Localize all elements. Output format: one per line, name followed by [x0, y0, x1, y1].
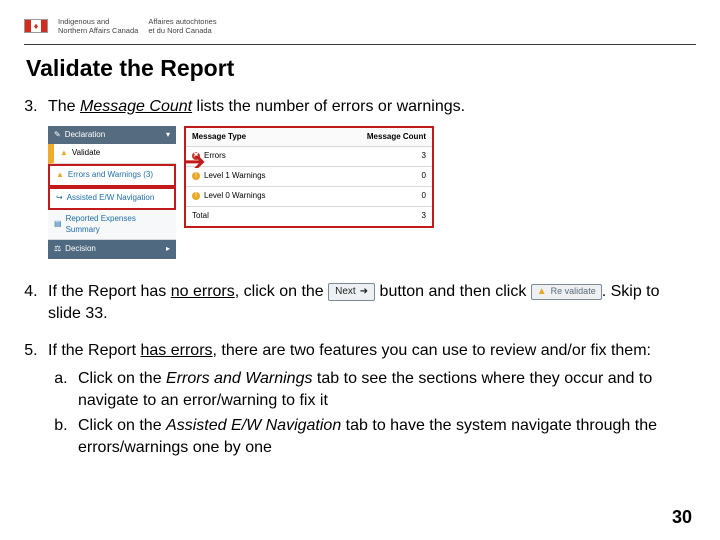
- step-4: If the Report has no errors, click on th…: [42, 281, 688, 324]
- revalidate-button[interactable]: ▲ Re validate: [531, 284, 602, 300]
- text: Click on the: [78, 370, 166, 387]
- text: button and then click: [380, 283, 531, 300]
- column-header-type: Message Type: [185, 127, 350, 147]
- term-errors-warnings: Errors and Warnings: [166, 370, 312, 387]
- step-3: The Message Count lists the number of er…: [42, 96, 688, 265]
- canada-flag-icon: ♦: [24, 19, 48, 33]
- pencil-icon: ✎: [54, 130, 61, 141]
- step-5-sublist: Click on the Errors and Warnings tab to …: [72, 368, 688, 458]
- term-message-count: Message Count: [80, 98, 192, 115]
- steps-list: The Message Count lists the number of er…: [42, 96, 688, 458]
- label: Errors: [204, 151, 226, 160]
- term-no-errors: no errors: [171, 283, 235, 300]
- table-row: !Level 1 Warnings 0: [185, 167, 433, 187]
- value: 3: [350, 147, 433, 167]
- message-count-table: Message Type Message Count ✖Errors 3 !Le…: [184, 126, 434, 228]
- label: Level 0 Warnings: [204, 191, 266, 200]
- table-row: ✖Errors 3: [185, 147, 433, 167]
- text: Northern Affairs Canada: [58, 26, 138, 35]
- nav-item-reported-expenses[interactable]: ▤ Reported Expenses Summary: [48, 210, 176, 241]
- label: Validate: [72, 148, 100, 159]
- step-5a: Click on the Errors and Warnings tab to …: [72, 368, 688, 411]
- gov-header: ♦ Indigenous and Northern Affairs Canada…: [24, 12, 696, 40]
- warning-icon: !: [192, 192, 200, 200]
- nav-header-declaration[interactable]: ✎ Declaration ▾: [48, 126, 176, 145]
- term-assisted-nav: Assisted E/W Navigation: [166, 417, 341, 434]
- text: , click on the: [235, 283, 328, 300]
- callout-arrow-icon: ➔: [184, 148, 206, 174]
- value: 0: [350, 167, 433, 187]
- text: Indigenous and: [58, 17, 109, 26]
- step-5: If the Report has errors, there are two …: [42, 340, 688, 458]
- text: , there are two features you can use to …: [213, 342, 651, 359]
- label: Re validate: [551, 287, 596, 296]
- warning-icon: ▲: [56, 170, 64, 181]
- header-divider: [24, 44, 696, 45]
- value: 0: [350, 186, 433, 206]
- text: lists the number of errors or warnings.: [192, 98, 465, 115]
- table-row: ! Level 0 Warnings 0: [185, 186, 433, 206]
- label: Next: [335, 287, 356, 297]
- department-name-fr: Affaires autochtones et du Nord Canada: [148, 17, 216, 35]
- text: If the Report: [48, 342, 141, 359]
- value: 3: [350, 206, 433, 226]
- gavel-icon: ⚖: [54, 244, 61, 255]
- nav-item-assisted[interactable]: ↪ Assisted E/W Navigation: [48, 187, 176, 210]
- department-name-en: Indigenous and Northern Affairs Canada: [58, 17, 138, 35]
- chevron-down-icon: ▾: [166, 130, 170, 141]
- text: The: [48, 98, 80, 115]
- label: Declaration: [65, 130, 105, 141]
- text: Click on the: [78, 417, 166, 434]
- label: Decision: [65, 244, 96, 255]
- nav-header-decision[interactable]: ⚖ Decision ▸: [48, 240, 176, 259]
- term-has-errors: has errors: [141, 342, 213, 359]
- warning-icon: ▲: [60, 148, 68, 159]
- nav-panel: ✎ Declaration ▾ ▲ Validate ▲ Errors and …: [48, 126, 176, 260]
- warning-icon: ▲: [537, 287, 547, 297]
- arrow-right-icon: ➜: [360, 287, 368, 297]
- step-5b: Click on the Assisted E/W Navigation tab…: [72, 415, 688, 458]
- page-number: 30: [672, 507, 692, 528]
- label: Total: [192, 211, 209, 220]
- page-title: Validate the Report: [26, 55, 696, 82]
- label: Reported Expenses Summary: [66, 214, 170, 236]
- chevron-right-icon: ▸: [166, 244, 170, 255]
- label: Errors and Warnings (3): [68, 170, 153, 181]
- screenshot-validate-table: ✎ Declaration ▾ ▲ Validate ▲ Errors and …: [48, 118, 434, 266]
- nav-item-errors-warnings[interactable]: ▲ Errors and Warnings (3): [48, 164, 176, 187]
- text: et du Nord Canada: [148, 26, 211, 35]
- text: If the Report has: [48, 283, 171, 300]
- column-header-count: Message Count: [350, 127, 433, 147]
- arrow-icon: ↪: [56, 193, 63, 204]
- label: Assisted E/W Navigation: [67, 193, 155, 204]
- next-button[interactable]: Next ➜: [328, 283, 375, 301]
- text: Affaires autochtones: [148, 17, 216, 26]
- table-row-total: Total 3: [185, 206, 433, 226]
- label: Level 1 Warnings: [204, 171, 266, 180]
- nav-item-validate[interactable]: ▲ Validate: [48, 144, 176, 164]
- table-icon: ▤: [54, 219, 62, 230]
